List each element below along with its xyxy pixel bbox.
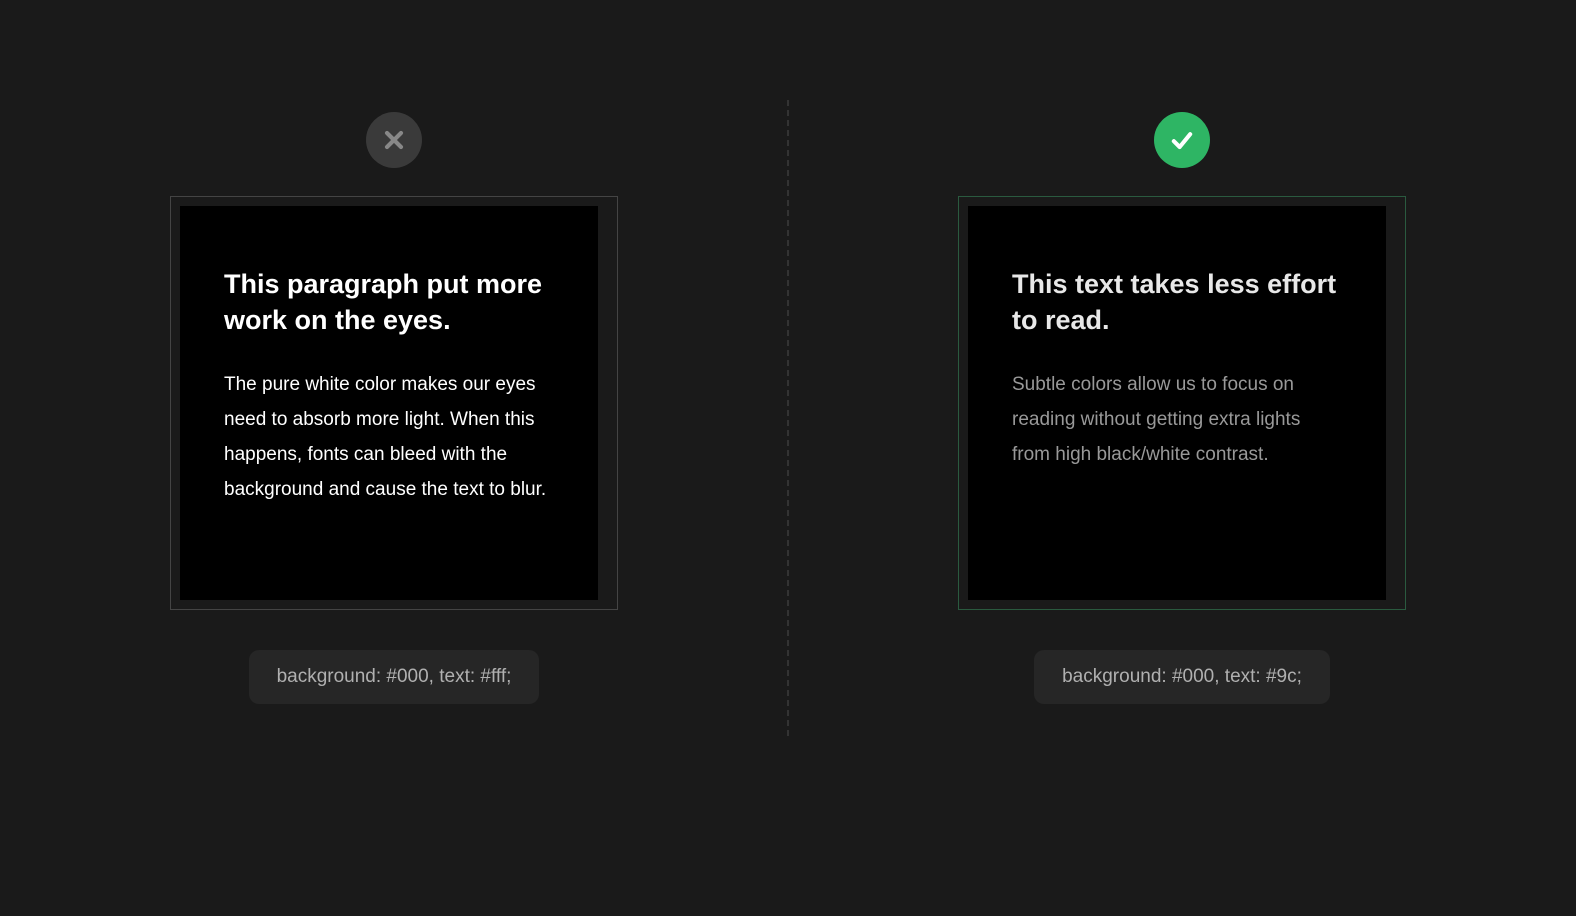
good-label-chip: background: #000, text: #9c; xyxy=(1034,650,1330,704)
good-example-panel: This text takes less effort to read. Sub… xyxy=(788,0,1576,916)
bad-card: This paragraph put more work on the eyes… xyxy=(180,206,598,600)
good-card-body: Subtle colors allow us to focus on readi… xyxy=(1012,367,1342,472)
good-card-title: This text takes less effort to read. xyxy=(1012,266,1342,339)
bad-example-panel: This paragraph put more work on the eyes… xyxy=(0,0,788,916)
bad-card-title: This paragraph put more work on the eyes… xyxy=(224,266,554,339)
check-icon xyxy=(1154,112,1210,168)
good-card-wrapper: This text takes less effort to read. Sub… xyxy=(958,196,1406,610)
x-icon xyxy=(366,112,422,168)
comparison-container: This paragraph put more work on the eyes… xyxy=(0,0,1576,916)
bad-card-wrapper: This paragraph put more work on the eyes… xyxy=(170,196,618,610)
vertical-divider xyxy=(787,100,789,736)
bad-card-body: The pure white color makes our eyes need… xyxy=(224,367,554,508)
good-card: This text takes less effort to read. Sub… xyxy=(968,206,1386,600)
bad-label-chip: background: #000, text: #fff; xyxy=(249,650,540,704)
